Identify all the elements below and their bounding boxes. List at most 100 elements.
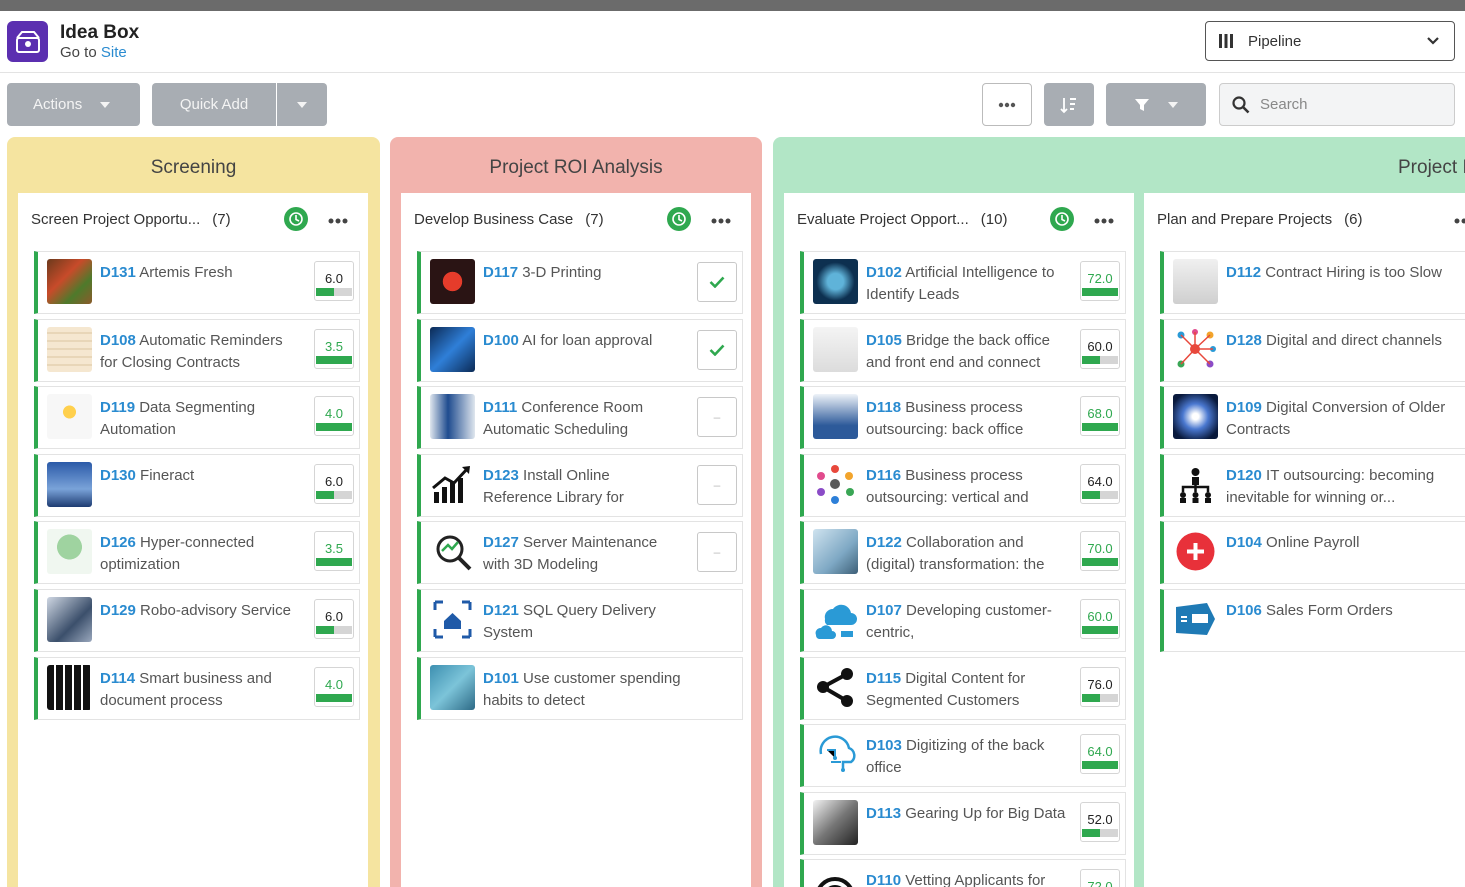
card-title[interactable]: D107 Developing customer-centric, <box>866 600 1066 644</box>
idea-card[interactable]: D117 3-D Printing <box>417 251 743 314</box>
card-title[interactable]: D128 Digital and direct channels <box>1226 330 1465 352</box>
card-title[interactable]: D127 Server Maintenance with 3D Modeling <box>483 532 683 576</box>
complete-checkbox[interactable] <box>697 262 737 302</box>
card-id[interactable]: D102 <box>866 264 902 281</box>
idea-card[interactable]: D130 Fineract 6.0 <box>34 454 360 517</box>
idea-card[interactable]: D126 Hyper-connected optimization 3.5 <box>34 521 360 584</box>
idea-card[interactable]: D110 Vetting Applicants for 72.0 <box>800 859 1126 887</box>
complete-checkbox[interactable] <box>697 330 737 370</box>
more-options-button[interactable] <box>982 83 1032 126</box>
sort-button[interactable] <box>1044 83 1094 126</box>
pending-checkbox[interactable]: – <box>697 465 737 505</box>
card-title[interactable]: D129 Robo-advisory Service <box>100 600 300 622</box>
column-title[interactable]: Evaluate Project Opport... <box>797 211 969 228</box>
card-id[interactable]: D106 <box>1226 602 1262 619</box>
card-title[interactable]: D106 Sales Form Orders <box>1226 600 1465 622</box>
card-title[interactable]: D126 Hyper-connected optimization <box>100 532 300 576</box>
clock-icon[interactable] <box>1050 207 1074 231</box>
view-select[interactable]: Pipeline <box>1205 21 1455 61</box>
card-title[interactable]: D108 Automatic Reminders for Closing Con… <box>100 330 300 374</box>
card-title[interactable]: D115 Digital Content for Segmented Custo… <box>866 668 1066 712</box>
actions-button[interactable]: Actions <box>7 83 140 126</box>
quick-add-button[interactable]: Quick Add <box>152 83 276 126</box>
idea-card[interactable]: D100 AI for loan approval <box>417 319 743 382</box>
idea-box-logo-icon[interactable] <box>7 21 48 62</box>
idea-card[interactable]: D109 Digital Conversion of Older Contrac… <box>1160 386 1465 449</box>
clock-icon[interactable] <box>667 207 691 231</box>
idea-card[interactable]: D118 Business process outsourcing: back … <box>800 386 1126 449</box>
idea-card[interactable]: D128 Digital and direct channels <box>1160 319 1465 382</box>
card-title[interactable]: D131 Artemis Fresh <box>100 262 300 284</box>
idea-card[interactable]: D113 Gearing Up for Big Data 52.0 <box>800 792 1126 855</box>
card-id[interactable]: D108 <box>100 332 136 349</box>
column-title[interactable]: Plan and Prepare Projects <box>1157 211 1332 228</box>
card-title[interactable]: D112 Contract Hiring is too Slow <box>1226 262 1465 284</box>
card-title[interactable]: D116 Business process outsourcing: verti… <box>866 465 1066 509</box>
card-title[interactable]: D105 Bridge the back office and front en… <box>866 330 1066 374</box>
card-title[interactable]: D103 Digitizing of the back office <box>866 735 1066 779</box>
card-id[interactable]: D119 <box>100 399 135 416</box>
pending-checkbox[interactable]: – <box>697 532 737 572</box>
idea-card[interactable]: D102 Artificial Intelligence to Identify… <box>800 251 1126 314</box>
card-id[interactable]: D115 <box>866 670 901 687</box>
card-id[interactable]: D116 <box>866 467 901 484</box>
column-title[interactable]: Develop Business Case <box>414 211 573 228</box>
clock-icon[interactable] <box>284 207 308 231</box>
idea-card[interactable]: D111 Conference Room Automatic Schedulin… <box>417 386 743 449</box>
card-title[interactable]: D109 Digital Conversion of Older Contrac… <box>1226 397 1465 441</box>
card-title[interactable]: D121 SQL Query Delivery System <box>483 600 683 644</box>
card-title[interactable]: D110 Vetting Applicants for <box>866 870 1066 887</box>
card-id[interactable]: D128 <box>1226 332 1262 349</box>
card-title[interactable]: D111 Conference Room Automatic Schedulin… <box>483 397 683 441</box>
card-id[interactable]: D114 <box>100 670 135 687</box>
card-id[interactable]: D123 <box>483 467 519 484</box>
card-id[interactable]: D103 <box>866 737 902 754</box>
column-menu-button[interactable] <box>711 212 731 224</box>
idea-card[interactable]: D120 IT outsourcing: becoming inevitable… <box>1160 454 1465 517</box>
card-id[interactable]: D131 <box>100 264 136 281</box>
idea-card[interactable]: D106 Sales Form Orders <box>1160 589 1465 652</box>
card-title[interactable]: D118 Business process outsourcing: back … <box>866 397 1066 441</box>
card-id[interactable]: D112 <box>1226 264 1261 281</box>
idea-card[interactable]: D107 Developing customer-centric, 60.0 <box>800 589 1126 652</box>
idea-card[interactable]: D103 Digitizing of the back office 64.0 <box>800 724 1126 787</box>
card-title[interactable]: D114 Smart business and document process <box>100 668 300 712</box>
card-id[interactable]: D129 <box>100 602 136 619</box>
card-id[interactable]: D118 <box>866 399 901 416</box>
idea-card[interactable]: D121 SQL Query Delivery System <box>417 589 743 652</box>
idea-card[interactable]: D101 Use customer spending habits to det… <box>417 657 743 720</box>
card-id[interactable]: D121 <box>483 602 519 619</box>
card-id[interactable]: D104 <box>1226 534 1262 551</box>
card-id[interactable]: D109 <box>1226 399 1262 416</box>
column-menu-button[interactable] <box>1094 212 1114 224</box>
idea-card[interactable]: D131 Artemis Fresh 6.0 <box>34 251 360 314</box>
pending-checkbox[interactable]: – <box>697 397 737 437</box>
card-id[interactable]: D111 <box>483 399 517 416</box>
card-title[interactable]: D130 Fineract <box>100 465 300 487</box>
card-title[interactable]: D123 Install Online Reference Library fo… <box>483 465 683 509</box>
card-id[interactable]: D126 <box>100 534 136 551</box>
column-menu-button[interactable] <box>1454 212 1465 224</box>
card-id[interactable]: D100 <box>483 332 519 349</box>
card-title[interactable]: D102 Artificial Intelligence to Identify… <box>866 262 1066 306</box>
card-title[interactable]: D104 Online Payroll <box>1226 532 1465 554</box>
card-id[interactable]: D122 <box>866 534 902 551</box>
card-id[interactable]: D107 <box>866 602 902 619</box>
site-link[interactable]: Site <box>101 44 127 61</box>
idea-card[interactable]: D108 Automatic Reminders for Closing Con… <box>34 319 360 382</box>
idea-card[interactable]: D127 Server Maintenance with 3D Modeling… <box>417 521 743 584</box>
idea-card[interactable]: D119 Data Segmenting Automation 4.0 <box>34 386 360 449</box>
card-id[interactable]: D110 <box>866 872 901 887</box>
card-id[interactable]: D120 <box>1226 467 1262 484</box>
idea-card[interactable]: D116 Business process outsourcing: verti… <box>800 454 1126 517</box>
column-menu-button[interactable] <box>328 212 348 224</box>
card-title[interactable]: D122 Collaboration and (digital) transfo… <box>866 532 1066 576</box>
card-title[interactable]: D100 AI for loan approval <box>483 330 683 352</box>
idea-card[interactable]: D122 Collaboration and (digital) transfo… <box>800 521 1126 584</box>
card-title[interactable]: D113 Gearing Up for Big Data <box>866 803 1066 825</box>
card-title[interactable]: D120 IT outsourcing: becoming inevitable… <box>1226 465 1465 509</box>
idea-card[interactable]: D114 Smart business and document process… <box>34 657 360 720</box>
card-title[interactable]: D119 Data Segmenting Automation <box>100 397 300 441</box>
filter-button[interactable] <box>1106 83 1206 126</box>
card-title[interactable]: D101 Use customer spending habits to det… <box>483 668 683 712</box>
